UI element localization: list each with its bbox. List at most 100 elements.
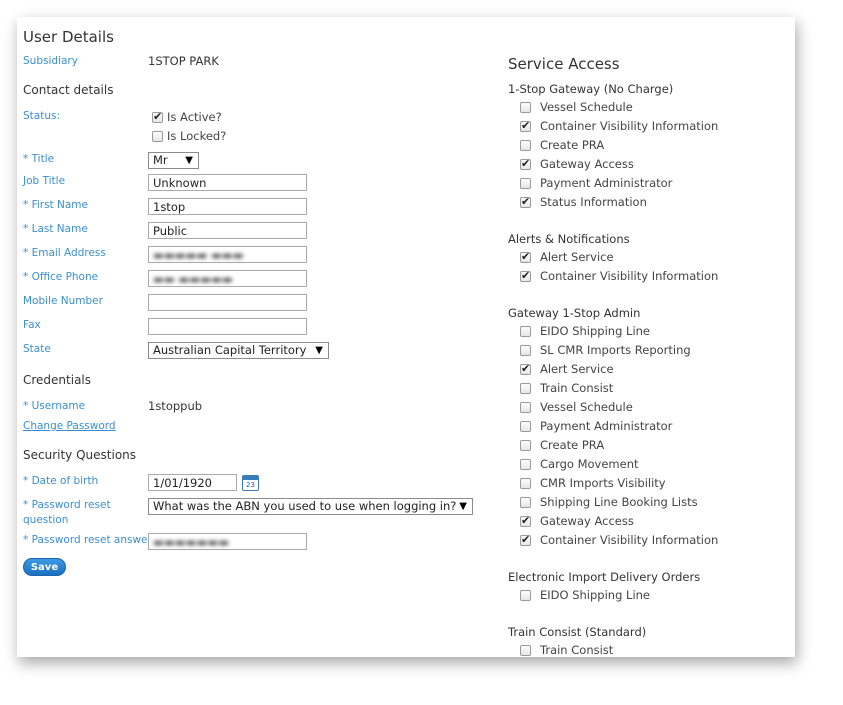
service-item-label: Gateway Access (540, 157, 634, 171)
service-checkbox[interactable] (520, 326, 531, 337)
service-item-label: Shipping Line Booking Lists (540, 495, 698, 509)
service-access-title: Service Access (508, 55, 620, 73)
service-checkbox[interactable] (520, 459, 531, 470)
service-item-label: Status Information (540, 195, 647, 209)
reset-question-label-line1: * Password reset (23, 499, 111, 511)
service-checkbox[interactable] (520, 178, 531, 189)
service-checkbox[interactable]: ✔ (520, 269, 531, 282)
calendar-icon[interactable]: 23 (242, 475, 259, 491)
service-item-label: Alert Service (540, 250, 614, 264)
calendar-icon-day: 23 (246, 481, 255, 489)
service-item-label: Container Visibility Information (540, 119, 719, 133)
user-details-panel: User Details Subsidiary 1STOP PARK Conta… (17, 17, 795, 657)
service-checkbox[interactable] (520, 440, 531, 451)
state-select-value: Australian Capital Territory (153, 343, 307, 357)
service-item-label: Alert Service (540, 362, 614, 376)
dropdown-arrow-icon: ▼ (459, 501, 467, 512)
reset-question-label-line2: question (23, 514, 69, 526)
service-item-label: Payment Administrator (540, 176, 673, 190)
service-checkbox[interactable]: ✔ (520, 514, 531, 527)
service-item-label: EIDO Shipping Line (540, 588, 651, 602)
first-name-input[interactable]: 1stop (148, 198, 307, 215)
username-value: 1stoppub (148, 399, 203, 413)
credentials-heading: Credentials (23, 373, 92, 387)
service-group-heading: Electronic Import Delivery Orders (508, 570, 701, 584)
service-checkbox[interactable]: ✔ (520, 195, 531, 208)
job-title-label: Job Title (23, 175, 66, 187)
service-group-heading: Alerts & Notifications (508, 232, 630, 246)
page-title: User Details (23, 28, 114, 46)
subsidiary-label: Subsidiary (23, 55, 78, 67)
reset-question-select[interactable]: What was the ABN you used to use when lo… (148, 498, 473, 515)
check-icon: ✔ (521, 195, 531, 208)
service-item-label: Vessel Schedule (540, 100, 633, 114)
office-phone-input[interactable]: ▬▬ ▬▬▬▬▬ (148, 270, 307, 287)
title-label: * Title (23, 153, 55, 165)
service-checkbox[interactable] (520, 645, 531, 656)
service-checkbox[interactable]: ✔ (520, 362, 531, 375)
check-icon: ✔ (521, 269, 531, 282)
service-group-heading: Gateway 1-Stop Admin (508, 306, 641, 320)
service-group-heading: 1-Stop Gateway (No Charge) (508, 82, 674, 96)
service-checkbox[interactable]: ✔ (520, 119, 531, 132)
service-item-label: Cargo Movement (540, 457, 639, 471)
service-checkbox[interactable]: ✔ (520, 157, 531, 170)
email-input[interactable]: ▬▬▬▬▬ ▬▬▬ (148, 246, 307, 263)
service-item-label: Gateway Access (540, 514, 634, 528)
dropdown-arrow-icon: ▼ (315, 345, 323, 356)
service-group-heading: Train Consist (Standard) (508, 625, 647, 639)
check-icon: ✔ (521, 362, 531, 375)
check-icon: ✔ (521, 119, 531, 132)
service-checkbox[interactable] (520, 383, 531, 394)
mobile-input[interactable] (148, 294, 307, 311)
save-button[interactable]: Save (23, 558, 66, 576)
last-name-input[interactable]: Public (148, 222, 307, 239)
title-select[interactable]: Mr ▼ (148, 152, 199, 169)
first-name-label: * First Name (23, 199, 88, 211)
reset-answer-label: * Password reset answer (23, 534, 152, 546)
dropdown-arrow-icon: ▼ (185, 155, 193, 166)
fax-input[interactable] (148, 318, 307, 335)
service-item-label: SL CMR Imports Reporting (540, 343, 691, 357)
is-locked-label: Is Locked? (167, 129, 227, 143)
service-checkbox[interactable]: ✔ (520, 250, 531, 263)
state-label: State (23, 343, 51, 355)
service-checkbox[interactable] (520, 421, 531, 432)
is-active-label: Is Active? (167, 110, 222, 124)
office-phone-label: * Office Phone (23, 271, 99, 283)
service-item-label: Create PRA (540, 138, 605, 152)
service-checkbox[interactable] (520, 590, 531, 601)
service-checkbox[interactable] (520, 402, 531, 413)
service-item-label: Train Consist (540, 381, 614, 395)
redacted-answer-mark: ▬▬▬▬▬▬▬ (153, 535, 230, 549)
state-select[interactable]: Australian Capital Territory ▼ (148, 342, 329, 359)
service-item-label: Create PRA (540, 438, 605, 452)
service-item-label: Container Visibility Information (540, 269, 719, 283)
is-locked-checkbox[interactable] (152, 131, 163, 142)
service-checkbox[interactable] (520, 102, 531, 113)
title-select-value: Mr (153, 153, 168, 167)
service-item-label: CMR Imports Visibility (540, 476, 666, 490)
service-item-label: EIDO Shipping Line (540, 324, 651, 338)
fax-label: Fax (23, 319, 41, 331)
reset-answer-input[interactable]: ▬▬▬▬▬▬▬ (148, 533, 307, 550)
service-checkbox[interactable] (520, 497, 531, 508)
job-title-input[interactable]: Unknown (148, 174, 307, 191)
check-icon: ✔ (153, 110, 163, 123)
service-checkbox[interactable]: ✔ (520, 533, 531, 546)
email-label: * Email Address (23, 247, 106, 259)
contact-details-heading: Contact details (23, 83, 114, 97)
service-checkbox[interactable] (520, 140, 531, 151)
service-item-label: Payment Administrator (540, 419, 673, 433)
last-name-label: * Last Name (23, 223, 88, 235)
redacted-email-mark: ▬▬▬▬▬ ▬▬▬ (153, 248, 244, 262)
redacted-phone-mark: ▬▬ ▬▬▬▬▬ (153, 272, 233, 286)
service-checkbox[interactable] (520, 478, 531, 489)
service-checkbox[interactable] (520, 345, 531, 356)
security-questions-heading: Security Questions (23, 448, 137, 462)
check-icon: ✔ (521, 514, 531, 527)
change-password-link[interactable]: Change Password (23, 420, 116, 432)
service-item-label: Train Consist (540, 643, 614, 657)
is-active-checkbox[interactable]: ✔ (152, 110, 163, 123)
dob-input[interactable]: 1/01/1920 (148, 474, 237, 491)
